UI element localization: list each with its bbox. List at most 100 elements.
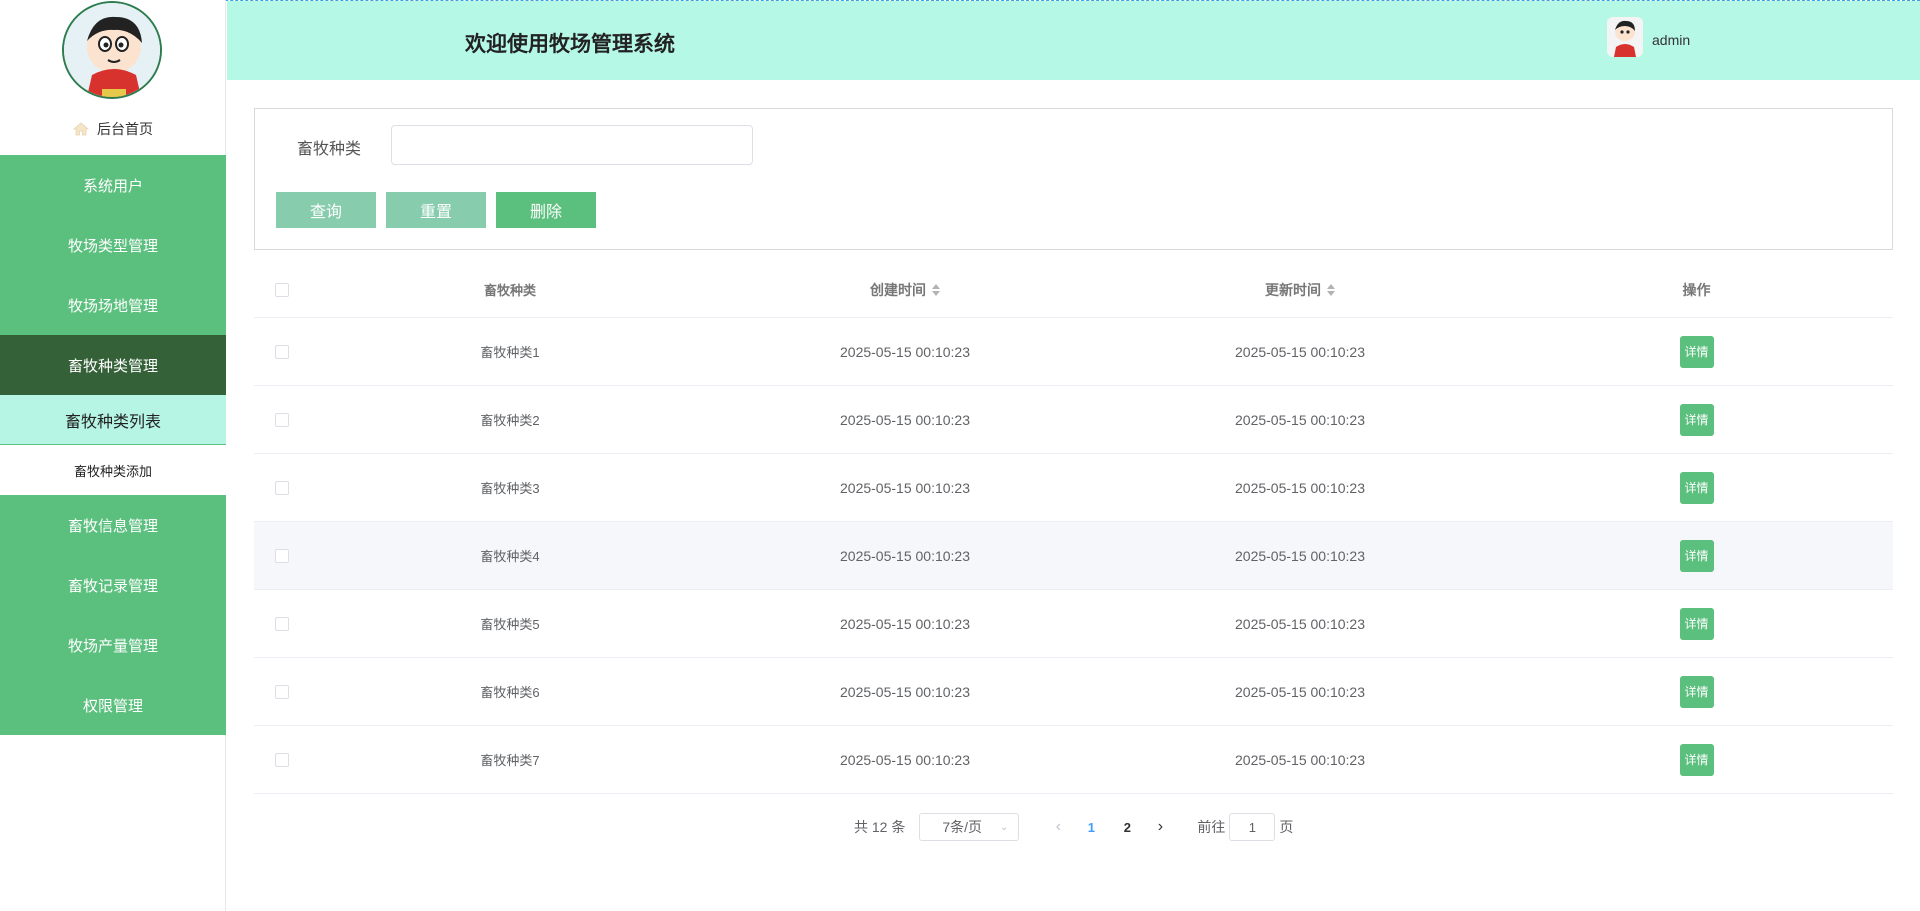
sidebar-item-label: 牧场类型管理 — [67, 237, 158, 255]
detail-button[interactable]: 详情 — [1679, 471, 1714, 504]
submenu-item-livestock-type-list[interactable]: 畜牧种类列表 — [0, 395, 226, 445]
cell-type: 畜牧种类3 — [480, 481, 540, 496]
sidebar-item-label: 畜牧记录管理 — [67, 577, 158, 595]
chevron-down-icon: ⌄ — [999, 821, 1009, 833]
sidebar-item-livestock-records[interactable]: 畜牧记录管理 — [0, 555, 226, 615]
sidebar-item-label: 系统用户 — [82, 177, 143, 195]
cell-updated: 2025-05-15 00:10:23 — [1235, 479, 1365, 496]
data-table: 畜牧种类 创建时间 更新时间 操作 畜牧种类1 2025-05-15 00:10… — [254, 262, 1893, 794]
cell-type: 畜牧种类1 — [480, 345, 540, 360]
cell-created: 2025-05-15 00:10:23 — [840, 411, 970, 428]
row-checkbox[interactable] — [275, 616, 289, 631]
sidebar-item-livestock-info[interactable]: 畜牧信息管理 — [0, 495, 226, 555]
row-checkbox[interactable] — [275, 684, 289, 699]
sidebar-item-label: 牧场产量管理 — [67, 637, 158, 655]
sidebar-item-ranch-output[interactable]: 牧场产量管理 — [0, 615, 226, 675]
column-header-updated[interactable]: 更新时间 — [1100, 262, 1500, 317]
user-avatar[interactable] — [1607, 17, 1643, 57]
detail-button[interactable]: 详情 — [1679, 335, 1714, 368]
cell-created: 2025-05-15 00:10:23 — [840, 547, 970, 564]
sidebar-menu: 系统用户 牧场类型管理 牧场场地管理 畜牧种类管理 畜牧种类列表 畜牧种类添加 … — [0, 155, 226, 735]
submenu-item-label: 畜牧种类添加 — [73, 463, 152, 479]
goto-page-input[interactable] — [1229, 813, 1276, 841]
cell-type: 畜牧种类5 — [480, 617, 540, 632]
home-link[interactable]: 后台首页 — [0, 118, 226, 140]
submenu-item-label: 畜牧种类列表 — [64, 413, 161, 431]
row-checkbox[interactable] — [275, 752, 289, 767]
page-number-1[interactable]: 1 — [1073, 820, 1109, 835]
table-row: 畜牧种类1 2025-05-15 00:10:23 2025-05-15 00:… — [254, 318, 1893, 386]
table-row: 畜牧种类5 2025-05-15 00:10:23 2025-05-15 00:… — [254, 590, 1893, 658]
home-label: 后台首页 — [97, 121, 153, 137]
sidebar-item-livestock-types[interactable]: 畜牧种类管理 — [0, 335, 226, 395]
sidebar-item-label: 牧场场地管理 — [67, 297, 158, 315]
submenu-item-livestock-type-add[interactable]: 畜牧种类添加 — [0, 445, 226, 495]
column-header-created[interactable]: 创建时间 — [710, 262, 1100, 317]
cell-type: 畜牧种类6 — [480, 685, 540, 700]
search-label: 畜牧种类 — [297, 141, 362, 158]
cell-type: 畜牧种类7 — [480, 753, 540, 768]
cell-created: 2025-05-15 00:10:23 — [840, 343, 970, 360]
page-title: 欢迎使用牧场管理系统 — [465, 33, 675, 56]
cell-updated: 2025-05-15 00:10:23 — [1235, 547, 1365, 564]
delete-button[interactable]: 删除 — [496, 192, 596, 228]
pagination-total: 共 12 条 — [854, 819, 906, 835]
table-row: 畜牧种类2 2025-05-15 00:10:23 2025-05-15 00:… — [254, 386, 1893, 454]
row-checkbox[interactable] — [275, 480, 289, 495]
top-header: 欢迎使用牧场管理系统 admin — [227, 1, 1920, 80]
detail-button[interactable]: 详情 — [1679, 675, 1714, 708]
detail-button[interactable]: 详情 — [1679, 743, 1714, 776]
query-button[interactable]: 查询 — [276, 192, 376, 228]
page-size-value: 7条/页 — [942, 819, 983, 835]
user-avatar-icon — [1607, 17, 1643, 57]
prev-page-icon[interactable]: ‹ — [1043, 818, 1073, 836]
select-all-checkbox[interactable] — [275, 282, 289, 297]
table-row: 畜牧种类7 2025-05-15 00:10:23 2025-05-15 00:… — [254, 726, 1893, 794]
user-name[interactable]: admin — [1652, 32, 1690, 48]
reset-button[interactable]: 重置 — [386, 192, 486, 228]
search-panel: 畜牧种类 查询 重置 删除 — [254, 108, 1893, 250]
table-header: 畜牧种类 创建时间 更新时间 操作 — [254, 262, 1893, 318]
cartoon-avatar-icon — [64, 3, 160, 97]
page-number-2[interactable]: 2 — [1109, 820, 1145, 835]
page-size-select[interactable]: 7条/页 ⌄ — [919, 813, 1020, 841]
sidebar-item-system-users[interactable]: 系统用户 — [0, 155, 226, 215]
column-header-type: 畜牧种类 — [310, 262, 710, 317]
column-header-label: 畜牧种类 — [483, 283, 536, 298]
column-header-label: 更新时间 — [1265, 281, 1321, 298]
row-checkbox[interactable] — [275, 344, 289, 359]
cell-type: 畜牧种类2 — [480, 413, 540, 428]
cell-updated: 2025-05-15 00:10:23 — [1235, 343, 1365, 360]
cell-created: 2025-05-15 00:10:23 — [840, 615, 970, 632]
table-row: 畜牧种类6 2025-05-15 00:10:23 2025-05-15 00:… — [254, 658, 1893, 726]
sidebar-item-ranch-types[interactable]: 牧场类型管理 — [0, 215, 226, 275]
cell-created: 2025-05-15 00:10:23 — [840, 751, 970, 768]
next-page-icon[interactable]: › — [1145, 818, 1175, 836]
row-checkbox[interactable] — [275, 548, 289, 563]
table-row: 畜牧种类3 2025-05-15 00:10:23 2025-05-15 00:… — [254, 454, 1893, 522]
sidebar-item-label: 畜牧信息管理 — [67, 517, 158, 535]
search-input[interactable] — [391, 125, 753, 165]
detail-button[interactable]: 详情 — [1679, 539, 1714, 572]
column-header-label: 操作 — [1682, 281, 1711, 298]
cell-created: 2025-05-15 00:10:23 — [840, 683, 970, 700]
goto-prefix: 前往 — [1197, 819, 1226, 835]
sidebar-item-label: 畜牧种类管理 — [67, 357, 158, 375]
table-row: 畜牧种类4 2025-05-15 00:10:23 2025-05-15 00:… — [254, 522, 1893, 590]
detail-button[interactable]: 详情 — [1679, 403, 1714, 436]
sidebar-item-label: 权限管理 — [82, 697, 143, 715]
cell-updated: 2025-05-15 00:10:23 — [1235, 751, 1365, 768]
detail-button[interactable]: 详情 — [1679, 607, 1714, 640]
sidebar-item-permissions[interactable]: 权限管理 — [0, 675, 226, 735]
sort-icon[interactable] — [932, 283, 940, 296]
cell-updated: 2025-05-15 00:10:23 — [1235, 683, 1365, 700]
select-all-cell — [254, 262, 310, 317]
sidebar-item-ranch-sites[interactable]: 牧场场地管理 — [0, 275, 226, 335]
column-header-label: 创建时间 — [870, 281, 926, 298]
avatar — [62, 1, 162, 99]
goto-suffix: 页 — [1279, 819, 1294, 835]
sort-icon[interactable] — [1327, 283, 1335, 296]
sidebar: 后台首页 系统用户 牧场类型管理 牧场场地管理 畜牧种类管理 畜牧种类列表 畜牧… — [0, 0, 226, 911]
column-header-actions: 操作 — [1500, 262, 1893, 317]
row-checkbox[interactable] — [275, 412, 289, 427]
